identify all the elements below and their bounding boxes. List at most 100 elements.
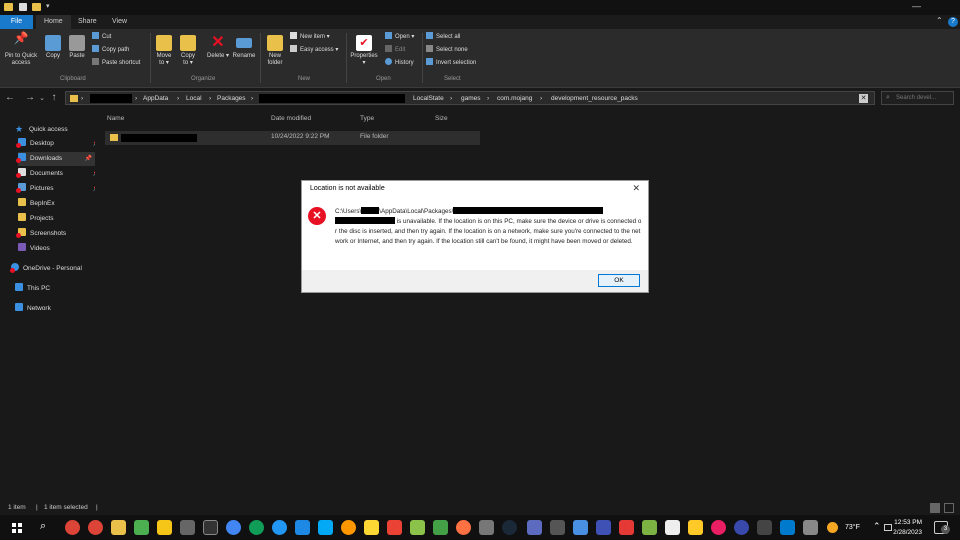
sidebar-item-documents[interactable]: Documents📌	[18, 167, 103, 181]
select-none-button[interactable]: Select none	[426, 45, 468, 55]
column-header-type[interactable]: Type	[360, 115, 374, 122]
properties-button[interactable]: ✔ Properties ▾	[349, 35, 379, 67]
refresh-close-icon[interactable]: ✕	[859, 94, 868, 103]
details-view-icon[interactable]	[930, 503, 940, 513]
address-bar[interactable]: › › AppData › Local › Packages › LocalSt…	[65, 91, 875, 105]
file-explorer-icon[interactable]	[111, 520, 126, 535]
weather-sun-icon[interactable]	[827, 522, 838, 533]
column-header-size[interactable]: Size	[435, 115, 448, 122]
new-item-button[interactable]: New item ▾	[290, 32, 330, 42]
sidebar-item-bepinex[interactable]: BepInEx	[18, 197, 103, 211]
app-icon[interactable]	[433, 520, 448, 535]
ok-button[interactable]: OK	[598, 274, 640, 287]
sidebar-item-pictures[interactable]: Pictures📌	[18, 182, 103, 196]
easy-access-button[interactable]: Easy access ▾	[290, 45, 338, 55]
app-icon[interactable]	[364, 520, 379, 535]
sidebar-item-downloads[interactable]: Downloads 📌	[18, 152, 95, 166]
tab-home[interactable]: Home	[36, 15, 71, 29]
app-icon[interactable]	[318, 520, 333, 535]
paste-button[interactable]: Paste	[66, 35, 88, 60]
sidebar-item-desktop[interactable]: Desktop📌	[18, 137, 103, 151]
breadcrumb-local[interactable]: Local	[186, 93, 202, 105]
chrome-icon[interactable]	[226, 520, 241, 535]
windows-start-icon[interactable]	[12, 523, 22, 533]
cut-button[interactable]: Cut	[92, 32, 111, 42]
app-icon[interactable]	[573, 520, 588, 535]
app-icon[interactable]	[803, 520, 818, 535]
weather-temperature[interactable]: 73°F	[845, 524, 860, 531]
tab-file[interactable]: File	[0, 15, 33, 29]
app-icon[interactable]	[157, 520, 172, 535]
app-icon[interactable]	[527, 520, 542, 535]
help-icon[interactable]: ?	[948, 17, 958, 27]
app-icon[interactable]	[688, 520, 703, 535]
pin-to-quick-access-button[interactable]: 📌 Pin to Quick access	[2, 32, 40, 67]
tab-share[interactable]: Share	[70, 15, 105, 29]
app-icon[interactable]	[757, 520, 772, 535]
minimize-icon[interactable]: —	[912, 1, 921, 11]
clock-time[interactable]: 12:53 PM	[892, 519, 922, 526]
sidebar-item-this-pc[interactable]: This PC	[15, 282, 100, 296]
app-icon[interactable]	[665, 520, 680, 535]
invert-selection-button[interactable]: Invert selection	[426, 58, 476, 68]
app-icon[interactable]	[734, 520, 749, 535]
app-icon[interactable]	[619, 520, 634, 535]
rename-button[interactable]: Rename	[231, 35, 257, 60]
app-icon[interactable]	[295, 520, 310, 535]
breadcrumb-com-mojang[interactable]: com.mojang	[497, 93, 532, 105]
copy-to-button[interactable]: Copy to ▾	[178, 35, 198, 67]
properties-quick-icon[interactable]	[19, 3, 27, 11]
history-button[interactable]: History	[385, 58, 414, 68]
app-icon[interactable]	[134, 520, 149, 535]
breadcrumb-packages[interactable]: Packages	[217, 93, 246, 105]
column-header-name[interactable]: Name	[107, 115, 124, 122]
chrome-profile-icon[interactable]	[88, 520, 103, 535]
sidebar-item-videos[interactable]: Videos	[18, 242, 103, 256]
gmail-icon[interactable]	[387, 520, 402, 535]
sidebar-item-screenshots[interactable]: Screenshots	[18, 227, 103, 241]
paste-shortcut-button[interactable]: Paste shortcut	[92, 58, 140, 68]
edit-button[interactable]: Edit	[385, 45, 405, 55]
back-arrow-icon[interactable]: ←	[4, 92, 16, 103]
breadcrumb-appdata[interactable]: AppData	[143, 93, 168, 105]
app-icon[interactable]	[180, 520, 195, 535]
breadcrumb-games[interactable]: games	[461, 93, 481, 105]
search-icon[interactable]: ⌕	[40, 520, 46, 533]
close-icon[interactable]: ✕	[632, 183, 640, 194]
quick-access-dropdown-icon[interactable]: ▾	[46, 2, 50, 10]
tab-view[interactable]: View	[104, 15, 135, 29]
forward-arrow-icon[interactable]: →	[24, 92, 36, 103]
chrome-icon[interactable]	[249, 520, 264, 535]
new-folder-button[interactable]: New folder	[264, 35, 286, 67]
copy-path-button[interactable]: Copy path	[92, 45, 129, 55]
move-to-button[interactable]: Move to ▾	[154, 35, 174, 67]
app-icon[interactable]	[272, 520, 287, 535]
table-row[interactable]: 10/24/2022 9:22 PM File folder	[105, 131, 480, 145]
up-arrow-icon[interactable]: ↑	[48, 92, 60, 103]
steam-icon[interactable]	[502, 520, 517, 535]
delete-button[interactable]: ✕ Delete ▾	[206, 35, 230, 60]
large-icons-view-icon[interactable]	[944, 503, 954, 513]
system-tray-chevron-icon[interactable]: ⌃	[873, 521, 881, 532]
chrome-icon[interactable]	[65, 520, 80, 535]
clock-date[interactable]: 2/28/2023	[886, 529, 922, 536]
terminal-icon[interactable]	[203, 520, 218, 535]
app-icon[interactable]	[456, 520, 471, 535]
app-icon[interactable]	[711, 520, 726, 535]
breadcrumb-localstate[interactable]: LocalState	[413, 93, 444, 105]
search-input[interactable]: ⌕ Search devel...	[881, 91, 954, 105]
chevron-up-icon[interactable]: ⌃	[936, 16, 943, 25]
app-icon[interactable]	[642, 520, 657, 535]
app-icon[interactable]	[596, 520, 611, 535]
sidebar-item-quick-access[interactable]: ★ Quick access	[15, 122, 100, 136]
app-icon[interactable]	[341, 520, 356, 535]
sidebar-item-onedrive[interactable]: OneDrive - Personal	[11, 262, 96, 276]
column-header-date-modified[interactable]: Date modified	[271, 115, 311, 122]
sidebar-item-network[interactable]: Network	[15, 302, 100, 316]
app-icon[interactable]	[410, 520, 425, 535]
sidebar-item-projects[interactable]: Projects	[18, 212, 103, 226]
app-icon[interactable]	[479, 520, 494, 535]
vscode-icon[interactable]	[780, 520, 795, 535]
open-button[interactable]: Open ▾	[385, 32, 414, 42]
recent-locations-chevron-icon[interactable]: ⌄	[36, 94, 48, 102]
